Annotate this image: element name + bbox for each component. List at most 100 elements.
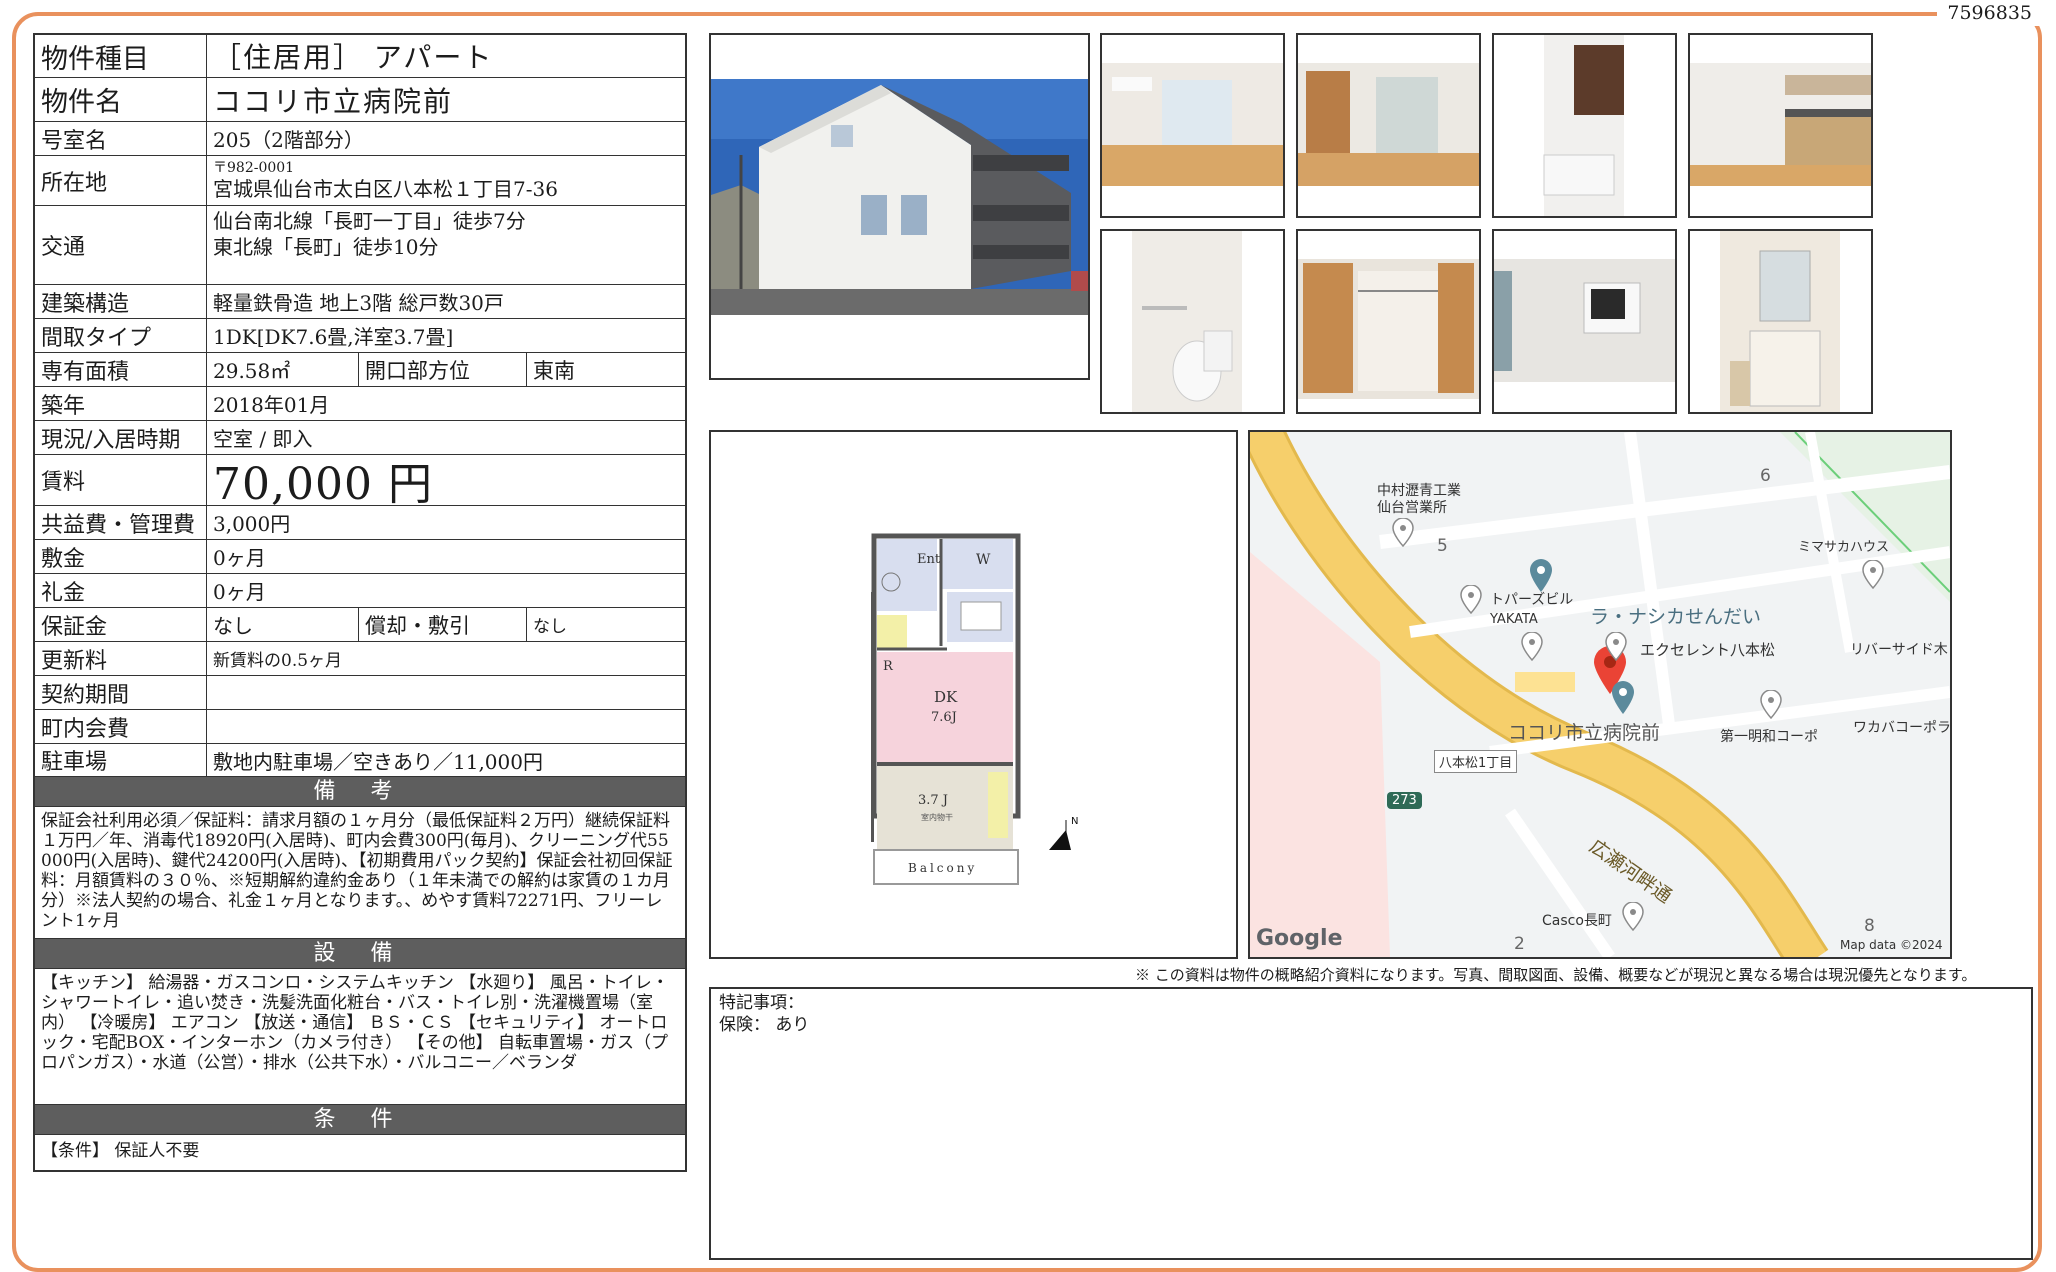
poi-pin-icon[interactable]: [1622, 902, 1644, 932]
plan-refrigerator-label: R: [883, 659, 894, 674]
amortization-label: 償却・敷引: [358, 608, 526, 641]
built-value: 2018年01月: [213, 393, 330, 417]
row-layout: 間取タイプ 1DK[DK7.6畳,洋室3.7畳]: [35, 319, 685, 353]
map-label-station: ココリ市立病院前: [1508, 722, 1661, 744]
renewal-value: 新賃料の0.5ヶ月: [213, 651, 343, 671]
row-parking: 駐車場 敷地内駐車場／空きあり／11,000円: [35, 744, 685, 777]
transport-line-2: 東北線「長町」徒歩10分: [213, 235, 439, 259]
name-label: 物件名: [35, 78, 207, 121]
structure-value: 軽量鉄骨造 地上3階 総戸数30戸: [213, 291, 504, 315]
map-block-number: 5: [1437, 536, 1448, 556]
poi-pin-icon[interactable]: [1760, 690, 1782, 720]
parking-value: 敷地内駐車場／空きあり／11,000円: [213, 749, 543, 774]
row-status: 現況/入居時期 空室 / 即入: [35, 421, 685, 455]
document-id: 7596835: [1937, 0, 2042, 26]
plan-washer-label: W: [976, 552, 991, 568]
equipment-text: 【キッチン】 給湯器・ガスコンロ・システムキッチン 【水廻り】 風呂・トイレ・シ…: [35, 969, 685, 1105]
fee-label: 共益費・管理費: [35, 506, 207, 539]
photo-toilet: [1100, 229, 1285, 414]
contract-label: 契約期間: [35, 676, 207, 709]
status-label: 現況/入居時期: [35, 421, 207, 454]
special-notes-title: 特記事項：: [719, 993, 804, 1013]
area-value: 29.58㎡: [213, 359, 291, 383]
row-transport: 交通 仙台南北線「長町一丁目」徒歩7分 東北線「長町」徒歩10分: [35, 206, 685, 285]
photo-kitchen: [1688, 33, 1873, 218]
amortization-value: なし: [526, 608, 685, 641]
rent-label: 賃料: [35, 455, 207, 505]
parking-label: 駐車場: [35, 744, 207, 776]
contract-value: [207, 676, 685, 709]
row-community-fee: 町内会費: [35, 710, 685, 744]
map-block-number: 8: [1864, 916, 1875, 936]
facing-label: 開口部方位: [358, 353, 526, 386]
poi-pin-icon[interactable]: [1392, 518, 1414, 548]
poi-pin-icon[interactable]: [1610, 680, 1636, 716]
row-guarantee: 保証金 なし 償却・敷引 なし: [35, 608, 685, 642]
conditions-header: 条 件: [35, 1105, 685, 1135]
photo-bathroom: [1492, 33, 1677, 218]
room-label: 号室名: [35, 122, 207, 155]
area-label: 専有面積: [35, 353, 207, 386]
layout-value: 1DK[DK7.6畳,洋室3.7畳]: [213, 325, 454, 349]
google-logo: Google: [1256, 926, 1343, 951]
plan-dk-size: 7.6J: [931, 710, 957, 725]
poi-pin-icon[interactable]: [1460, 585, 1482, 615]
row-structure: 建築構造 軽量鉄骨造 地上3階 総戸数30戸: [35, 285, 685, 319]
floor-plan: Ent W R DK 7.6J 3.7 J 室内物干 Balcony N: [709, 430, 1238, 959]
guarantee-value: なし: [213, 614, 253, 638]
community-fee-value: [207, 710, 685, 743]
map-attribution: Map data ©2024: [1840, 938, 1943, 952]
plan-balcony-label: Balcony: [908, 861, 977, 875]
map-label-excellent: エクセレント八本松: [1640, 641, 1776, 659]
key-money-label: 礼金: [35, 574, 207, 607]
map-label-nakamura-office: 仙台営業所: [1377, 500, 1447, 516]
photo-closet: [1296, 229, 1481, 414]
row-contract: 契約期間: [35, 676, 685, 710]
renewal-label: 更新料: [35, 642, 207, 675]
special-notes-box: 特記事項： 保険： あり: [709, 987, 2033, 1260]
floor-plan-drawing: Ent W R DK 7.6J 3.7 J 室内物干 Balcony N: [871, 533, 1078, 885]
poi-pin-icon[interactable]: [1521, 632, 1543, 662]
transport-line-1: 仙台南北線「長町一丁目」徒歩7分: [213, 209, 526, 233]
row-address: 所在地 〒982-0001 宮城県仙台市太白区八本松１丁目7-36: [35, 156, 685, 206]
address-text: 宮城県仙台市太白区八本松１丁目7-36: [213, 176, 558, 201]
plan-entrance-label: Ent: [917, 552, 941, 567]
facing-value: 東南: [526, 353, 685, 386]
north-arrow-label: N: [1071, 816, 1078, 827]
row-fee: 共益費・管理費 3,000円: [35, 506, 685, 540]
equipment-header: 設 備: [35, 939, 685, 969]
location-map[interactable]: 中村瀝青工業 仙台営業所 ミマサカハウス トパーズビル YAKATA ラ・ナシカ…: [1248, 430, 1952, 959]
route-273-badge: 273: [1387, 792, 1422, 809]
poi-pin-icon[interactable]: [1605, 632, 1627, 662]
deposit-value: 0ヶ月: [213, 546, 266, 570]
fee-value: 3,000円: [213, 512, 291, 536]
plan-room-note: 室内物干: [921, 812, 953, 822]
key-money-value: 0ヶ月: [213, 580, 266, 604]
photo-intercom: [1492, 229, 1677, 414]
poi-pin-icon[interactable]: [1862, 560, 1884, 590]
community-fee-label: 町内会費: [35, 710, 207, 743]
map-label-riverside: リバーサイド木: [1850, 642, 1948, 658]
postal-code: 〒982-0001: [213, 159, 295, 176]
built-label: 築年: [35, 387, 207, 420]
row-built: 築年 2018年01月: [35, 387, 685, 421]
row-name: 物件名 ココリ市立病院前: [35, 78, 685, 122]
name-value: ココリ市立病院前: [213, 84, 454, 118]
address-value: 〒982-0001 宮城県仙台市太白区八本松１丁目7-36: [207, 156, 685, 205]
remarks-header: 備 考: [35, 777, 685, 807]
map-label-topaz: トパーズビル: [1490, 592, 1574, 608]
plan-dk-label: DK: [934, 688, 958, 706]
deposit-label: 敷金: [35, 540, 207, 573]
disclaimer-text: ※ この資料は物件の概略紹介資料になります。写真、間取図面、設備、概要などが現況…: [1135, 966, 1977, 984]
map-label-block: 八本松1丁目: [1434, 750, 1518, 773]
remarks-text: 保証会社利用必須／保証料：請求月額の１ヶ月分（最低保証料２万円）継続保証料１万円…: [35, 807, 685, 939]
address-label: 所在地: [35, 156, 207, 205]
row-key-money: 礼金 0ヶ月: [35, 574, 685, 608]
map-label-meiwa: 第一明和コーポ: [1720, 729, 1818, 745]
status-value: 空室 / 即入: [213, 427, 313, 451]
transport-label: 交通: [35, 206, 207, 284]
map-label-casco: Casco長町: [1542, 913, 1612, 929]
row-renewal: 更新料 新賃料の0.5ヶ月: [35, 642, 685, 676]
row-room: 号室名 205（2階部分）: [35, 122, 685, 156]
type-value: ［住居用］ アパート: [213, 41, 494, 74]
